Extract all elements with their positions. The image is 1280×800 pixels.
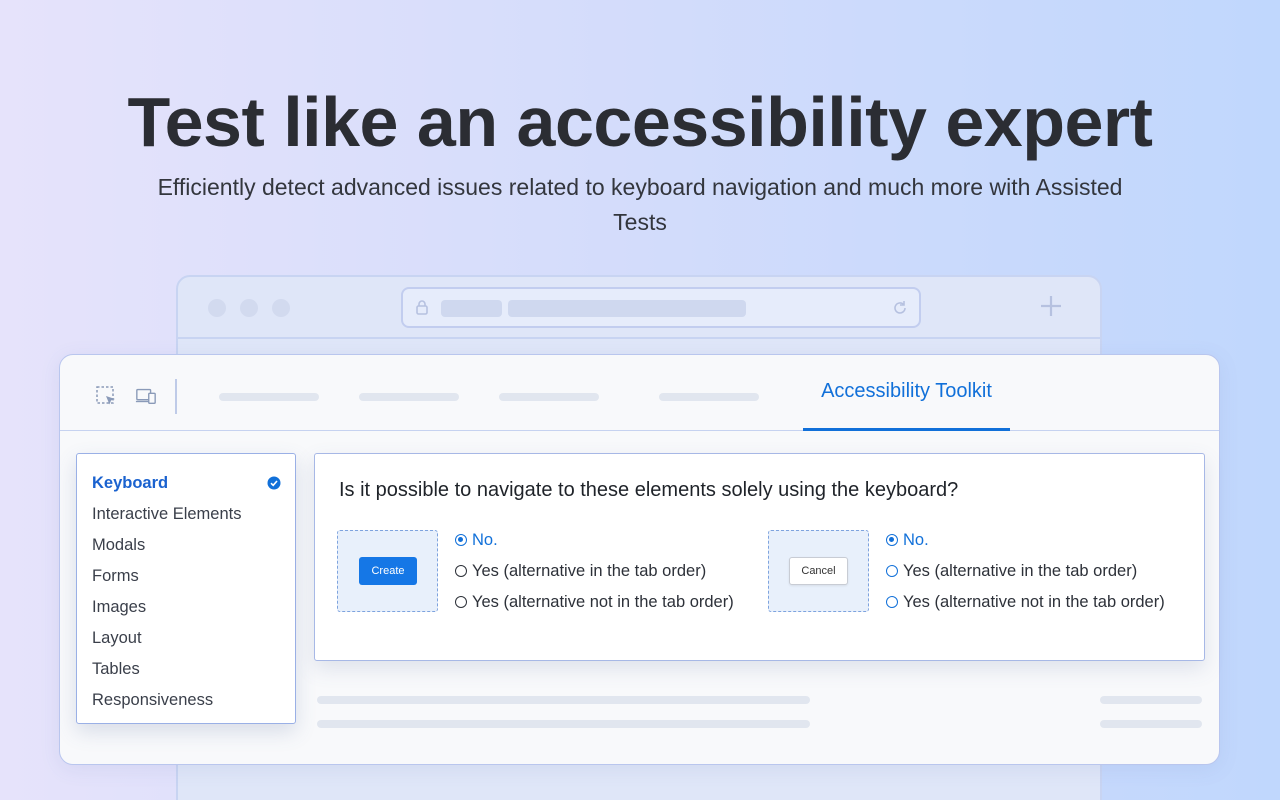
sidebar-item-label: Responsiveness [92,691,214,709]
answer-options-cancel: No. Yes (alternative in the tab order) Y… [886,530,1165,623]
sidebar-item-modals[interactable]: Modals [77,535,295,566]
accessibility-toolkit-panel: Accessibility Toolkit Keyboard Interacti… [59,354,1220,765]
toolbar-divider [175,379,177,414]
sidebar-item-keyboard[interactable]: Keyboard [77,473,295,504]
option-label: Yes (alternative not in the tab order) [472,593,734,611]
devices-icon[interactable] [135,385,157,407]
sidebar-item-tables[interactable]: Tables [77,659,295,690]
option-label: Yes (alternative not in the tab order) [903,593,1165,611]
plus-icon[interactable] [1038,293,1064,319]
element-preview-cancel: Cancel [768,530,869,612]
option-yes-in-tab-order[interactable]: Yes (alternative in the tab order) [455,561,734,592]
sidebar-item-label: Tables [92,660,140,678]
sidebar-item-label: Forms [92,567,139,585]
radio-checked-icon[interactable] [455,534,467,546]
assisted-test-question-card: Is it possible to navigate to these elem… [314,453,1205,661]
sidebar-item-label: Layout [92,629,142,647]
cancel-button-preview[interactable]: Cancel [789,557,848,585]
option-label: No. [472,531,498,549]
radio-icon[interactable] [886,596,898,608]
radio-checked-icon[interactable] [886,534,898,546]
url-placeholder-domain [441,300,502,317]
tab-accessibility-toolkit[interactable]: Accessibility Toolkit [803,355,1010,431]
sidebar-item-layout[interactable]: Layout [77,628,295,659]
select-element-icon[interactable] [95,385,117,407]
window-dot-maximize[interactable] [272,299,290,317]
check-circle-icon [267,476,281,490]
create-button-preview[interactable]: Create [359,557,417,585]
option-label: No. [903,531,929,549]
sidebar-item-responsiveness[interactable]: Responsiveness [77,690,295,721]
sidebar-item-interactive-elements[interactable]: Interactive Elements [77,504,295,535]
window-dot-close[interactable] [208,299,226,317]
address-bar[interactable] [401,287,921,328]
radio-icon[interactable] [455,565,467,577]
question-text: Is it possible to navigate to these elem… [339,479,959,501]
reload-icon[interactable] [891,299,909,317]
sidebar-item-label: Interactive Elements [92,505,242,523]
sidebar-item-images[interactable]: Images [77,597,295,628]
hero-subtitle: Efficiently detect advanced issues relat… [157,174,1123,235]
option-no[interactable]: No. [455,530,734,561]
url-placeholder-path [508,300,746,317]
option-yes-not-in-tab-order[interactable]: Yes (alternative not in the tab order) [455,592,734,623]
sidebar-item-label: Modals [92,536,146,554]
sidebar-item-label: Keyboard [92,474,169,492]
content-placeholder-line [1100,720,1202,728]
browser-titlebar [178,277,1100,339]
sidebar-item-forms[interactable]: Forms [77,566,295,597]
element-preview-create: Create [337,530,438,612]
answer-options-create: No. Yes (alternative in the tab order) Y… [455,530,734,623]
option-label: Yes (alternative in the tab order) [472,562,707,580]
content-placeholder-line [317,696,810,704]
lock-icon [416,300,428,315]
tab-placeholder[interactable] [659,393,759,401]
content-placeholder-line [1100,696,1202,704]
option-label: Yes (alternative in the tab order) [903,562,1138,580]
option-yes-not-in-tab-order[interactable]: Yes (alternative not in the tab order) [886,592,1165,623]
radio-icon[interactable] [455,596,467,608]
window-dot-minimize[interactable] [240,299,258,317]
radio-icon[interactable] [886,565,898,577]
option-yes-in-tab-order[interactable]: Yes (alternative in the tab order) [886,561,1165,592]
hero-title: Test like an accessibility expert [127,83,1153,161]
devtools-toolbar: Accessibility Toolkit [60,355,1219,431]
content-placeholder-line [317,720,810,728]
test-category-sidebar: Keyboard Interactive Elements Modals For… [76,453,296,724]
tab-placeholder[interactable] [359,393,459,401]
tab-placeholder[interactable] [219,393,319,401]
option-no[interactable]: No. [886,530,1165,561]
sidebar-item-label: Images [92,598,147,616]
tab-placeholder[interactable] [499,393,599,401]
